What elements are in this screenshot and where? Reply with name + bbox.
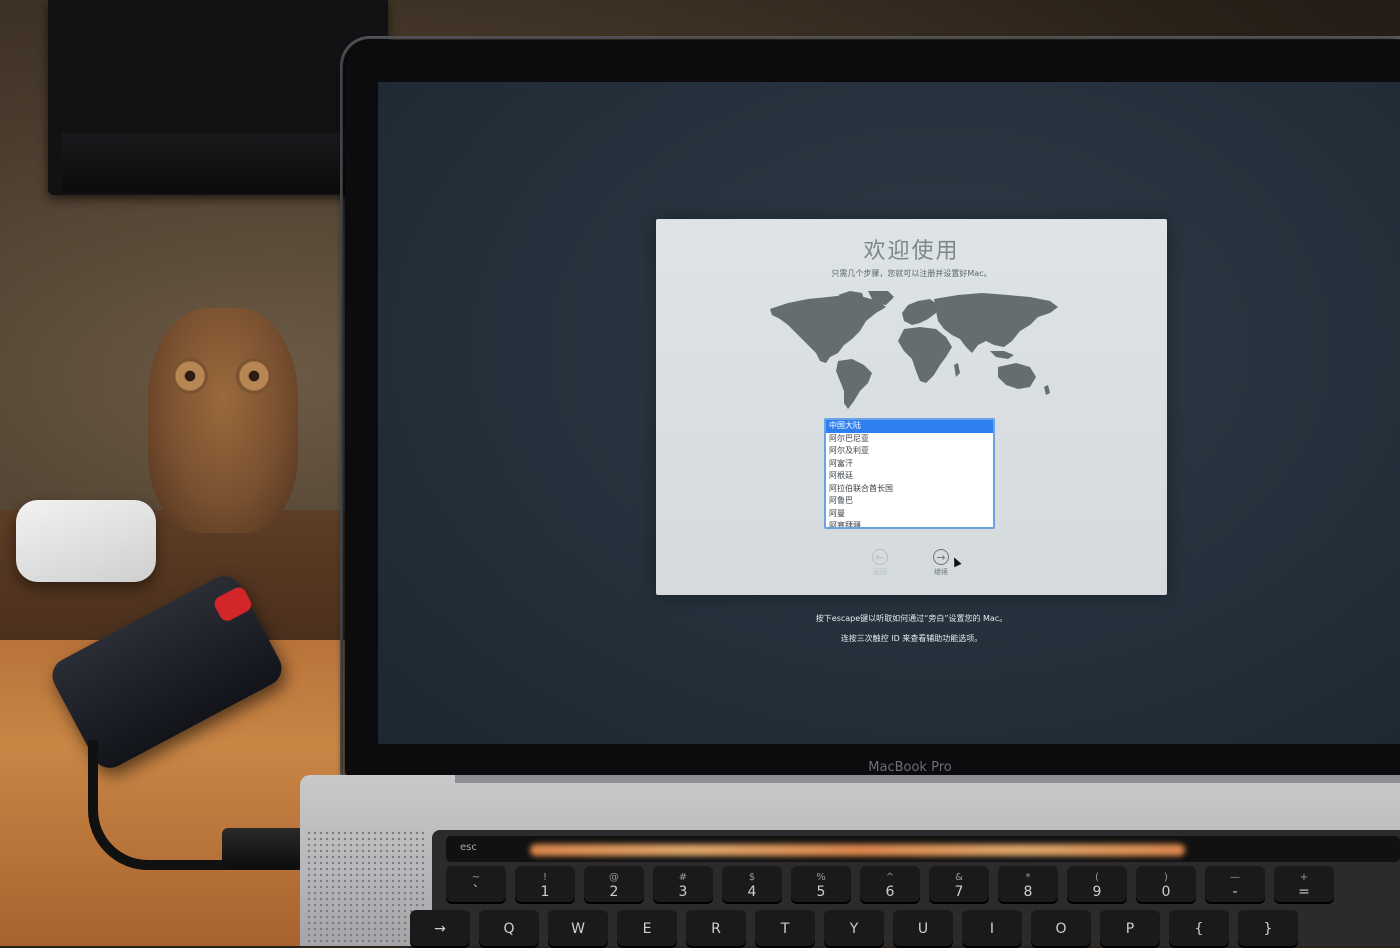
key-label: }	[1263, 921, 1273, 937]
key-shift-label: #	[678, 872, 688, 883]
keyboard-key[interactable]: E	[617, 910, 677, 948]
continue-arrow-icon: →	[933, 549, 949, 565]
country-list-item[interactable]: 阿塞拜疆	[826, 520, 993, 527]
keyboard-key[interactable]: & 7	[929, 866, 989, 904]
key-label: 4	[747, 884, 757, 900]
country-list-item[interactable]: 阿鲁巴	[826, 495, 993, 508]
setup-assistant-window: 欢迎使用 只需几个步骤，您就可以注册并设置好Mac。 中国大陆阿尔巴尼亚阿尔	[656, 219, 1167, 595]
key-shift-label: )	[1164, 872, 1168, 883]
continue-label: 继续	[934, 568, 948, 576]
key-shift-label: —	[1230, 872, 1240, 883]
key-label: P	[1125, 921, 1135, 937]
keyboard-key[interactable]: Y	[824, 910, 884, 948]
keyboard-key[interactable]: }	[1238, 910, 1298, 948]
key-label: 5	[816, 884, 826, 900]
key-label: 9	[1092, 884, 1102, 900]
key-label: I	[989, 921, 995, 937]
keyboard-key[interactable]: O	[1031, 910, 1091, 948]
key-label: `	[472, 884, 480, 900]
number-key-row: ~ `! 1 @2 #3 $4% 5 ^ 6 & 7 * 8(9) 0— - + =	[446, 866, 1334, 904]
key-label: Q	[503, 921, 515, 937]
key-shift-label: !	[542, 872, 547, 883]
keyboard-key[interactable]: $4	[722, 866, 782, 904]
key-shift-label: (	[1095, 872, 1099, 883]
key-label: O	[1055, 921, 1067, 937]
key-shift-label: +	[1299, 872, 1309, 883]
key-label: W	[571, 921, 585, 937]
accessibility-hint: 连按三次触控 ID 来查看辅助功能选项。	[840, 634, 983, 643]
key-label: T	[780, 921, 790, 937]
key-label: 1	[540, 884, 550, 900]
key-label: U	[917, 921, 929, 937]
country-list-item[interactable]: 阿根廷	[826, 470, 993, 483]
airpods-case	[16, 500, 156, 582]
country-select-list[interactable]: 中国大陆 阿尔巴尼亚 阿尔及利亚 阿富汗 阿根廷 阿拉伯联合酋长国 阿鲁巴 阿曼 阿塞拜疆	[824, 418, 995, 529]
country-list-item[interactable]: 阿尔及利亚	[826, 445, 993, 458]
keyboard-key[interactable]: — -	[1205, 866, 1265, 904]
keyboard-key[interactable]: ^ 6	[860, 866, 920, 904]
country-list-item[interactable]: 阿曼	[826, 508, 993, 521]
key-label: 8	[1023, 884, 1033, 900]
keyboard-key[interactable]: {	[1169, 910, 1229, 948]
wooden-owl-figurine	[148, 308, 298, 533]
back-arrow-icon: ←	[872, 549, 888, 565]
keyboard-key[interactable]: W	[548, 910, 608, 948]
page-title: 欢迎使用	[863, 239, 960, 264]
country-list-item[interactable]: 中国大陆	[826, 420, 993, 433]
back-label: 返回	[873, 568, 887, 576]
key-label: 6	[885, 884, 895, 900]
key-label: 7	[954, 884, 964, 900]
keyboard-key[interactable]: (9	[1067, 866, 1127, 904]
world-map-icon	[770, 291, 1058, 409]
key-shift-label: ~	[471, 872, 481, 883]
back-button[interactable]: ← 返回	[860, 549, 900, 577]
key-shift-label: *	[1025, 872, 1031, 883]
keyboard-key[interactable]: Q	[479, 910, 539, 948]
keyboard-key[interactable]: #3	[653, 866, 713, 904]
keyboard-key[interactable]: ~ `	[446, 866, 506, 904]
owl-eye-right	[236, 358, 272, 394]
keyboard-key[interactable]: + =	[1274, 866, 1334, 904]
key-shift-label: ^	[885, 872, 895, 883]
keyboard-key[interactable]: →	[410, 910, 470, 948]
keyboard-key[interactable]: T	[755, 910, 815, 948]
key-label: 3	[678, 884, 688, 900]
country-list-item[interactable]: 阿拉伯联合酋长国	[826, 483, 993, 496]
keyboard-key[interactable]: P	[1100, 910, 1160, 948]
key-shift-label: @	[609, 872, 619, 883]
laptop-hinge	[455, 775, 1400, 783]
model-label: MacBook Pro	[868, 760, 952, 775]
owl-eye-left	[172, 358, 208, 394]
keyboard-key[interactable]: ) 0	[1136, 866, 1196, 904]
keyboard-key[interactable]: ! 1	[515, 866, 575, 904]
key-label: -	[1232, 884, 1238, 900]
key-label: 0	[1161, 884, 1171, 900]
key-shift-label: &	[955, 872, 963, 883]
monitor-bezel	[62, 133, 377, 193]
page-subtitle: 只需几个步骤，您就可以注册并设置好Mac。	[831, 269, 992, 278]
keyboard-key[interactable]: U	[893, 910, 953, 948]
speaker-grille	[306, 830, 426, 946]
country-list-item[interactable]: 阿尔巴尼亚	[826, 433, 993, 446]
key-label: Y	[849, 921, 859, 937]
key-label: 2	[609, 884, 619, 900]
keyboard-key[interactable]: * 8	[998, 866, 1058, 904]
key-shift-label: $	[748, 872, 756, 883]
key-shift-label: %	[816, 872, 826, 883]
esc-key[interactable]: esc	[460, 838, 520, 858]
key-label: →	[434, 921, 446, 937]
keyboard-key[interactable]: @2	[584, 866, 644, 904]
keyboard-key[interactable]: R	[686, 910, 746, 948]
country-list-item[interactable]: 阿富汗	[826, 458, 993, 471]
voiceover-hint: 按下escape键以听取如何通过“旁白”设置您的 Mac。	[815, 614, 1008, 623]
touch-bar-glow	[530, 844, 1185, 856]
keyboard-key[interactable]: % 5	[791, 866, 851, 904]
key-label: E	[642, 921, 652, 937]
key-label: R	[711, 921, 721, 937]
keyboard-key[interactable]: I	[962, 910, 1022, 948]
letter-key-row: → Q W E R T Y U I O P {}	[410, 910, 1298, 948]
key-label: =	[1298, 884, 1310, 900]
key-label: {	[1194, 921, 1204, 937]
